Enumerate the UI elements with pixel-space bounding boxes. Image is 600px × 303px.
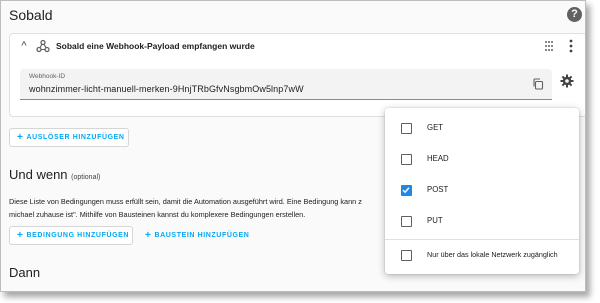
webhook-id-label: Webhook-ID [29, 73, 66, 80]
add-trigger-label: AUSLÖSER HINZUFÜGEN [26, 134, 125, 141]
conditions-description: Diese Liste von Bedingungen muss erfüllt… [9, 195, 389, 221]
menu-item-head[interactable]: HEAD [385, 145, 579, 176]
conditions-description-line1: Diese Liste von Bedingungen muss erfüllt… [9, 197, 362, 206]
chevron-up-icon[interactable]: ^ [18, 40, 30, 52]
conditions-section-title: Und wenn (optional) [9, 167, 100, 182]
menu-item-get[interactable]: GET [385, 114, 579, 145]
menu-item-post[interactable]: POST [385, 176, 579, 207]
drag-icon[interactable] [544, 40, 554, 52]
menu-item-get-label: GET [427, 123, 444, 132]
copy-icon[interactable] [532, 78, 544, 90]
menu-item-head-label: HEAD [427, 154, 449, 163]
trigger-title: Sobald eine Webhook-Payload empfangen wu… [56, 41, 255, 51]
trigger-card: ^ Sobald eine Webhook-Payload empfangen … [9, 33, 585, 117]
menu-item-post-label: POST [427, 185, 449, 194]
add-condition-button[interactable]: + BEDINGUNG HINZUFÜGEN [9, 226, 133, 245]
webhook-icon [36, 39, 50, 53]
webhook-id-value[interactable]: wohnzimmer-licht-manuell-merken-9HnjTRbG… [29, 84, 304, 94]
automation-editor: Sobald ? ^ Sobald eine Webhook-Payload e… [0, 0, 586, 292]
checkbox-local-only[interactable] [401, 250, 412, 261]
menu-item-put[interactable]: PUT [385, 207, 579, 238]
optional-hint: (optional) [71, 174, 101, 181]
checkmark-icon [402, 187, 410, 194]
conditions-description-line2: michael zuhause ist". Mithilfe von Baust… [9, 210, 306, 219]
triggers-section-title: Sobald [9, 7, 53, 23]
add-condition-label: BEDINGUNG HINZUFÜGEN [26, 232, 130, 239]
checkbox-get[interactable] [401, 123, 412, 134]
plus-icon: + [17, 132, 24, 143]
plus-icon: + [17, 230, 24, 241]
checkbox-head[interactable] [401, 154, 412, 165]
add-block-button[interactable]: + BAUSTEIN HINZUFÜGEN [145, 226, 249, 245]
add-block-label: BAUSTEIN HINZUFÜGEN [154, 232, 250, 239]
conditions-title-text: Und wenn [9, 167, 68, 182]
gear-icon[interactable] [560, 74, 574, 88]
add-trigger-button[interactable]: + AUSLÖSER HINZUFÜGEN [9, 128, 129, 147]
checkbox-put[interactable] [401, 216, 412, 227]
menu-item-local-only[interactable]: Nur über das lokale Netzwerk zugänglich [385, 241, 579, 272]
trigger-card-header[interactable]: ^ Sobald eine Webhook-Payload empfangen … [10, 34, 585, 60]
actions-section-title: Dann [9, 265, 41, 280]
kebab-menu-icon[interactable] [568, 39, 574, 53]
plus-icon: + [145, 230, 152, 241]
menu-item-put-label: PUT [427, 216, 443, 225]
menu-item-local-only-label: Nur über das lokale Netzwerk zugänglich [427, 250, 558, 259]
menu-divider [385, 239, 579, 240]
checkbox-post[interactable] [401, 185, 412, 196]
help-circle-icon[interactable]: ? [567, 7, 582, 22]
http-method-menu: GET HEAD POST PUT Nur über das lokale Ne… [385, 108, 579, 274]
webhook-id-field[interactable]: Webhook-ID wohnzimmer-licht-manuell-merk… [20, 69, 552, 100]
